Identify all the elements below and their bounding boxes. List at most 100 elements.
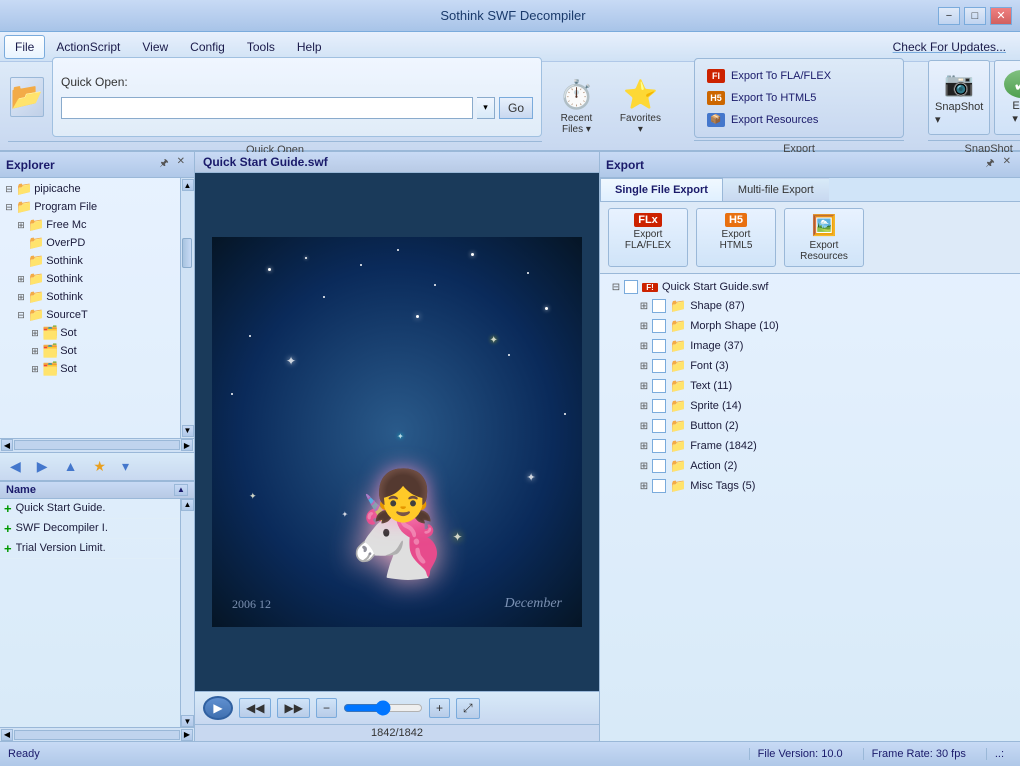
folder-icon: 📁 <box>28 307 44 323</box>
explorer-pin-button[interactable]: 🖈 <box>156 155 171 174</box>
ftree-shape[interactable]: ⊞ 📁 Shape (87) <box>604 296 1016 316</box>
tree-item-sourcet[interactable]: ⊟ 📁 SourceT <box>0 306 180 324</box>
ftree-image-check[interactable] <box>652 339 666 353</box>
name-scroll-up[interactable]: ▲ <box>181 499 194 511</box>
play-button[interactable]: ▶ <box>203 696 233 720</box>
ftree-font[interactable]: ⊞ 📁 Font (3) <box>604 356 1016 376</box>
scroll-thumb[interactable] <box>182 238 192 268</box>
timeline-slider[interactable] <box>343 700 423 716</box>
tree-item-free-mc[interactable]: ⊞ 📁 Free Mc <box>0 216 180 234</box>
name-h-scrollbar[interactable]: ◀ ▶ <box>0 727 194 741</box>
name-item-trial-version[interactable]: + Trial Version Limit. <box>0 539 180 559</box>
explorer-title: Explorer <box>6 158 55 172</box>
zoom-out-button[interactable]: − <box>316 698 337 718</box>
tree-scrollbar[interactable]: ▲ ▼ <box>180 178 194 438</box>
menu-config[interactable]: Config <box>179 35 236 59</box>
name-scroll-right[interactable]: ▶ <box>181 729 193 741</box>
ftree-action[interactable]: ⊞ 📁 Action (2) <box>604 456 1016 476</box>
ftree-misc-check[interactable] <box>652 479 666 493</box>
ftree-root-check[interactable] <box>624 280 638 294</box>
ftree-shape-check[interactable] <box>652 299 666 313</box>
name-scroll-down[interactable]: ▼ <box>181 715 194 727</box>
nav-up-button[interactable]: ▲ <box>58 456 84 476</box>
tree-item-sot1[interactable]: ⊞ 🗂️ Sot <box>0 324 180 342</box>
tree-item-pipicache[interactable]: ⊟ 📁 pipicache <box>0 180 180 198</box>
tree-item-sot2[interactable]: ⊞ 🗂️ Sot <box>0 342 180 360</box>
ftree-frame[interactable]: ⊞ 📁 Frame (1842) <box>604 436 1016 456</box>
snapshot-section: 📷 SnapShot▾ ✓ Edit▾ <box>928 58 1020 138</box>
favorites-button[interactable]: ⭐ Favorites▾ <box>611 69 670 144</box>
nav-dropdown-button[interactable]: ▾ <box>116 456 135 477</box>
ftree-text-check[interactable] <box>652 379 666 393</box>
menu-view[interactable]: View <box>131 35 179 59</box>
tree-item-sot3[interactable]: ⊞ 🗂️ Sot <box>0 360 180 378</box>
tab-single-file-export[interactable]: Single File Export <box>600 178 723 201</box>
menu-actionscript[interactable]: ActionScript <box>45 35 131 59</box>
ftree-sprite[interactable]: ⊞ 📁 Sprite (14) <box>604 396 1016 416</box>
close-button[interactable]: ✕ <box>990 7 1012 25</box>
swf-preview-image: ✦ ✦ ✦ ✦ ✦ ✦ ✦ 🦄 👧 2006 12 <box>212 237 582 627</box>
export-html5-button[interactable]: H5 Export To HTML5 <box>703 89 895 107</box>
tab-multi-file-export[interactable]: Multi-file Export <box>723 178 829 201</box>
export-html5-btn[interactable]: H5 ExportHTML5 <box>696 208 776 267</box>
ftree-image[interactable]: ⊞ 📁 Image (37) <box>604 336 1016 356</box>
ftree-sprite-check[interactable] <box>652 399 666 413</box>
nav-back-button[interactable]: ◀ <box>4 456 27 477</box>
tree-item-sothink1[interactable]: ⊞ 📁 Sothink <box>0 252 180 270</box>
edit-button[interactable]: ✓ Edit▾ <box>994 60 1020 135</box>
scroll-up-button[interactable]: ▲ <box>182 179 194 191</box>
export-close-button[interactable]: ✕ <box>1000 155 1014 174</box>
ftree-font-check[interactable] <box>652 359 666 373</box>
ftree-button-check[interactable] <box>652 419 666 433</box>
quick-open-input[interactable] <box>61 97 473 119</box>
maximize-button[interactable]: □ <box>964 7 986 25</box>
folder-icon: 📁 <box>670 378 686 394</box>
nav-forward-button[interactable]: ▶ <box>31 456 54 477</box>
status-file-version: File Version: 10.0 <box>749 748 851 760</box>
ftree-root[interactable]: ⊟ F! Quick Start Guide.swf <box>604 278 1016 296</box>
tree-item-sothink3[interactable]: ⊞ 📁 Sothink <box>0 288 180 306</box>
go-button[interactable]: Go <box>499 97 533 119</box>
scroll-left-button[interactable]: ◀ <box>1 439 13 451</box>
explorer-close-button[interactable]: ✕ <box>174 155 188 174</box>
name-item-quick-start[interactable]: + Quick Start Guide. <box>0 499 180 519</box>
menu-help[interactable]: Help <box>286 35 333 59</box>
nav-bar: ◀ ▶ ▲ ★ ▾ <box>0 452 194 481</box>
zoom-in-button[interactable]: + <box>429 698 450 718</box>
export-pin-button[interactable]: 🖈 <box>982 155 997 174</box>
ftree-morph-check[interactable] <box>652 319 666 333</box>
toolbar: 📂 Quick Open: ▾ Go Quick Open ⏱️ RecentF… <box>0 62 1020 152</box>
tree-item-overpd[interactable]: ⊞ 📁 OverPD <box>0 234 180 252</box>
ftree-frame-check[interactable] <box>652 439 666 453</box>
menu-file[interactable]: File <box>4 35 45 59</box>
minimize-button[interactable]: − <box>938 7 960 25</box>
recent-files-button[interactable]: ⏱️ RecentFiles ▾ <box>550 69 603 144</box>
quick-open-dropdown[interactable]: ▾ <box>477 97 495 119</box>
name-list-header: Name ▲ <box>0 482 194 499</box>
snapshot-button[interactable]: 📷 SnapShot▾ <box>928 60 990 135</box>
rewind-button[interactable]: ◀◀ <box>239 698 271 718</box>
forward-button[interactable]: ▶▶ <box>277 698 309 718</box>
export-fla-flex-button[interactable]: FLx ExportFLA/FLEX <box>608 208 688 267</box>
menu-tools[interactable]: Tools <box>236 35 286 59</box>
scroll-right-button[interactable]: ▶ <box>181 439 193 451</box>
ftree-misc-tags[interactable]: ⊞ 📁 Misc Tags (5) <box>604 476 1016 496</box>
fullscreen-button[interactable]: ⤢ <box>456 698 480 719</box>
tree-item-sothink2[interactable]: ⊞ 📁 Sothink <box>0 270 180 288</box>
tree-item-program-file[interactable]: ⊟ 📁 Program File <box>0 198 180 216</box>
horizontal-scrollbar[interactable]: ◀ ▶ <box>0 438 194 452</box>
check-updates-button[interactable]: Check For Updates... <box>883 36 1016 58</box>
ftree-button[interactable]: ⊞ 📁 Button (2) <box>604 416 1016 436</box>
ftree-morph-shape[interactable]: ⊞ 📁 Morph Shape (10) <box>604 316 1016 336</box>
nav-favorites-button[interactable]: ★ <box>87 456 112 477</box>
name-item-swf-decompiler[interactable]: + SWF Decompiler I. <box>0 519 180 539</box>
export-resources-button[interactable]: 📦 Export Resources <box>703 111 895 129</box>
folder-icon-large: 📂 <box>10 77 44 117</box>
ftree-action-check[interactable] <box>652 459 666 473</box>
export-resources-btn[interactable]: 🖼️ ExportResources <box>784 208 864 267</box>
name-scroll-up-btn[interactable]: ▲ <box>174 484 188 496</box>
scroll-down-button[interactable]: ▼ <box>182 425 194 437</box>
name-scroll-left[interactable]: ◀ <box>1 729 13 741</box>
export-fla-button[interactable]: Fl Export To FLA/FLEX <box>703 67 895 85</box>
ftree-text[interactable]: ⊞ 📁 Text (11) <box>604 376 1016 396</box>
